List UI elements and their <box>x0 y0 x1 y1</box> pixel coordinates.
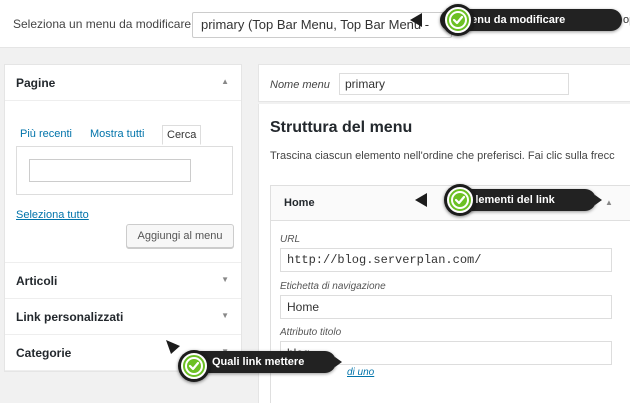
callout-trailing-text: op <box>623 14 630 26</box>
url-field[interactable]: http://blog.serverplan.com/ <box>280 248 612 272</box>
menu-name-input[interactable]: primary <box>339 73 569 95</box>
menu-structure-description: Trascina ciascun elemento nell'ordine ch… <box>270 150 615 162</box>
checkmark-badge <box>442 4 474 36</box>
tab-search[interactable]: Cerca <box>162 125 202 145</box>
search-tab-panel <box>16 146 233 195</box>
callout-link-elements: Elementi del link <box>415 184 604 216</box>
search-input[interactable] <box>29 159 191 182</box>
nav-label-field[interactable]: Home <box>280 295 612 319</box>
callout-link-text: Elementi del link <box>468 194 555 206</box>
checkmark-icon <box>451 191 469 209</box>
accordion-pages-body: Più recenti Mostra tutti Cerca Seleziona… <box>5 103 241 263</box>
arrow-down-icon: ▼ <box>221 311 229 320</box>
remove-item-link[interactable]: di uno <box>347 367 374 378</box>
accordion-pages-header[interactable]: Pagine ▲ <box>5 65 241 101</box>
callout-pointer-icon <box>166 340 180 354</box>
arrow-up-icon: ▲ <box>221 77 229 86</box>
callout-menu-to-edit: Menu da modificare op <box>410 4 630 36</box>
callout-which-links-text: Quali link mettere <box>212 356 305 368</box>
accordion-categories-title: Categorie <box>16 346 72 360</box>
menu-items-sidebar: Pagine ▲ Più recenti Mostra tutti Cerca … <box>4 64 242 372</box>
accordion-custom-links-title: Link personalizzati <box>16 310 124 324</box>
arrow-up-icon[interactable]: ▲ <box>605 198 613 207</box>
select-all-link[interactable]: Seleziona tutto <box>16 209 89 221</box>
accordion-pages-title: Pagine <box>16 76 56 90</box>
url-label: URL <box>280 234 301 245</box>
callout-which-links-pill: Quali link mettere <box>190 351 342 373</box>
menu-name-label: Nome menu <box>270 79 330 91</box>
title-attribute-label: Attributo titolo <box>280 327 342 338</box>
menu-item-settings: URL http://blog.serverplan.com/ Etichett… <box>270 221 630 403</box>
add-to-menu-button[interactable]: Aggiungi al menu <box>126 224 234 248</box>
checkmark-badge <box>444 184 476 216</box>
checkmark-badge <box>178 350 210 382</box>
callout-pointer-icon <box>415 193 427 207</box>
accordion-posts-header[interactable]: Articoli ▼ <box>5 263 241 299</box>
callout-menu-text: Menu da modificare <box>462 14 566 26</box>
tab-recent[interactable]: Più recenti <box>16 125 76 143</box>
menu-structure-title: Struttura del menu <box>270 119 413 136</box>
nav-label-label: Etichetta di navigazione <box>280 281 386 292</box>
tab-show-all[interactable]: Mostra tutti <box>86 125 148 143</box>
checkmark-icon <box>185 357 203 375</box>
accordion-custom-links-header[interactable]: Link personalizzati ▼ <box>5 299 241 335</box>
menu-name-bar: Nome menu primary <box>258 64 630 102</box>
callout-pointer-icon <box>410 13 422 27</box>
menu-item-title: Home <box>284 197 315 209</box>
arrow-down-icon: ▼ <box>221 275 229 284</box>
checkmark-icon <box>449 11 467 29</box>
accordion-posts-title: Articoli <box>16 274 58 288</box>
callout-which-links: Quali link mettere <box>166 340 342 382</box>
menu-select-label: Seleziona un menu da modificare <box>13 17 192 31</box>
